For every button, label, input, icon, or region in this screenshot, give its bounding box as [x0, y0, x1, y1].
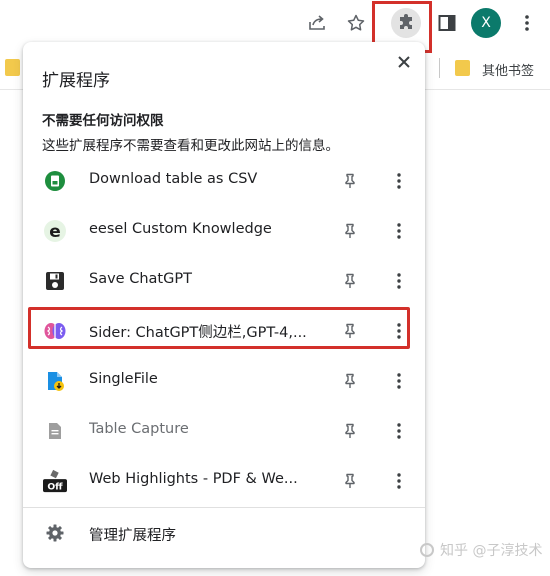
manage-extensions-row[interactable]: 管理扩展程序: [23, 508, 425, 558]
watermark-logo-icon: [420, 543, 434, 557]
web-highlights-icon: Off: [43, 469, 67, 493]
extension-name: Table Capture: [89, 421, 189, 437]
profile-avatar[interactable]: X: [471, 8, 501, 38]
more-options-button[interactable]: [387, 268, 411, 294]
pin-icon: [345, 473, 355, 488]
extension-name: eesel Custom Knowledge: [89, 221, 272, 237]
pin-button[interactable]: [337, 318, 363, 344]
side-panel-icon: [438, 15, 456, 31]
section-description: 这些扩展程序不需要查看和更改此网站上的信息。: [42, 138, 339, 154]
kebab-icon: [397, 223, 401, 239]
more-options-button[interactable]: [387, 368, 411, 394]
pin-button[interactable]: [337, 168, 363, 194]
bookmark-star-button[interactable]: [341, 8, 371, 38]
extensions-popup: 扩展程序 不需要任何访问权限 这些扩展程序不需要查看和更改此网站上的信息。 Do…: [23, 42, 425, 568]
extension-row-table-capture[interactable]: Table Capture: [23, 406, 425, 456]
section-title: 不需要任何访问权限: [42, 113, 164, 129]
pin-button[interactable]: [337, 218, 363, 244]
star-icon: [347, 14, 365, 31]
pin-icon: [345, 423, 355, 438]
more-options-button[interactable]: [387, 318, 411, 344]
watermark: 知乎 @子淳技术: [420, 540, 542, 560]
svg-text:e: e: [49, 222, 61, 242]
pin-button[interactable]: [337, 418, 363, 444]
extension-name: Sider: ChatGPT侧边栏,GPT-4,...: [89, 325, 307, 341]
bookmark-folder-icon[interactable]: [5, 59, 20, 76]
singlefile-icon: [43, 369, 67, 393]
extension-name: Web Highlights - PDF & We...: [89, 471, 298, 487]
extension-name: SingleFile: [89, 371, 158, 387]
pin-button[interactable]: [337, 368, 363, 394]
pin-icon: [345, 273, 355, 288]
bookmarks-separator: [439, 58, 440, 78]
more-options-button[interactable]: [387, 468, 411, 494]
manage-extensions-label: 管理扩展程序: [89, 528, 176, 544]
more-options-button[interactable]: [387, 168, 411, 194]
extension-row-eesel[interactable]: e eesel Custom Knowledge: [23, 206, 425, 256]
extension-row-sider[interactable]: Sider: ChatGPT侧边栏,GPT-4,...: [23, 306, 425, 356]
kebab-icon: [397, 173, 401, 189]
svg-text:Off: Off: [47, 481, 63, 492]
kebab-icon: [397, 373, 401, 389]
kebab-icon: [397, 273, 401, 289]
kebab-icon: [397, 323, 401, 339]
floppy-disk-icon: [43, 269, 67, 293]
gear-icon: [43, 521, 67, 545]
more-options-button[interactable]: [387, 418, 411, 444]
other-bookmarks-link[interactable]: 其他书签: [482, 60, 534, 79]
table-capture-icon: [43, 419, 67, 443]
browser-menu-button[interactable]: [512, 8, 542, 38]
kebab-icon: [397, 473, 401, 489]
pin-button[interactable]: [337, 268, 363, 294]
pin-icon: [345, 373, 355, 388]
extension-name: Save ChatGPT: [89, 271, 192, 287]
pin-icon: [345, 173, 355, 188]
share-icon: [309, 15, 325, 30]
kebab-icon: [397, 423, 401, 439]
extension-row-save-chatgpt[interactable]: Save ChatGPT: [23, 256, 425, 306]
watermark-text: 知乎 @子淳技术: [440, 543, 543, 559]
kebab-icon: [525, 15, 529, 31]
browser-toolbar: X: [0, 0, 550, 53]
eesel-icon: e: [43, 219, 67, 243]
pin-button[interactable]: [337, 468, 363, 494]
popup-title: 扩展程序: [42, 71, 110, 91]
extension-row-web-highlights[interactable]: Off Web Highlights - PDF & We...: [23, 456, 425, 506]
folder-icon: [455, 60, 470, 76]
side-panel-button[interactable]: [432, 8, 462, 38]
close-button[interactable]: [393, 51, 415, 73]
pin-icon: [345, 223, 355, 238]
sider-brain-icon: [43, 319, 67, 343]
close-icon: [398, 56, 410, 68]
extension-row-singlefile[interactable]: SingleFile: [23, 356, 425, 406]
csv-icon: [43, 169, 67, 193]
more-options-button[interactable]: [387, 218, 411, 244]
extension-row-download-table-csv[interactable]: Download table as CSV: [23, 156, 425, 206]
extension-name: Download table as CSV: [89, 171, 258, 187]
share-button[interactable]: [302, 8, 332, 38]
pin-icon: [345, 323, 355, 338]
